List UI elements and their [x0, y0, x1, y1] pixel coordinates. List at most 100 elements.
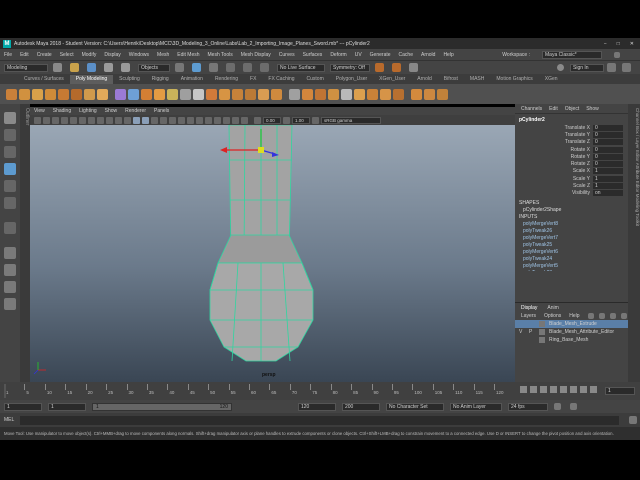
- perspective-viewport[interactable]: persp: [30, 125, 515, 382]
- shelf-tool-icon[interactable]: [154, 88, 165, 100]
- shelf-tool-icon[interactable]: [393, 88, 404, 100]
- snap-grid-icon[interactable]: [226, 63, 235, 72]
- rotate-tool-icon[interactable]: [4, 180, 16, 192]
- menuset-dropdown[interactable]: Modeling: [4, 63, 48, 72]
- channel-value-field[interactable]: 0: [593, 146, 623, 153]
- viewport-menu-lighting[interactable]: Lighting: [79, 108, 97, 114]
- mel-label[interactable]: MEL: [4, 417, 14, 423]
- shelf-tab-mash[interactable]: MASH: [464, 75, 490, 84]
- snap-curve-icon[interactable]: [243, 63, 252, 72]
- scale-tool-icon[interactable]: [4, 197, 16, 209]
- node-name[interactable]: pCylinder2: [515, 114, 628, 124]
- shelf-tool-icon[interactable]: [128, 88, 139, 100]
- shelf-tool-icon[interactable]: [84, 88, 95, 100]
- channel-value-field[interactable]: 0: [593, 161, 623, 168]
- render-icon[interactable]: [375, 63, 384, 72]
- motion-blur-icon[interactable]: [187, 116, 194, 124]
- move-layer-up-icon[interactable]: [587, 313, 594, 319]
- input-node[interactable]: polyTweak24: [515, 256, 628, 263]
- xray-joints-icon[interactable]: [232, 116, 239, 124]
- live-surface-field[interactable]: No Live Surface: [277, 63, 325, 72]
- shelf-tab-rendering[interactable]: Rendering: [209, 75, 244, 84]
- menu-mesh-tools[interactable]: Mesh Tools: [208, 52, 233, 58]
- input-node[interactable]: polyMergeVert8: [515, 221, 628, 228]
- shelf-tool-icon[interactable]: [341, 88, 352, 100]
- viewport-menu-shading[interactable]: Shading: [53, 108, 71, 114]
- use-all-lights-icon[interactable]: [160, 116, 167, 124]
- gamma-field[interactable]: 1.00: [292, 116, 310, 124]
- last-tool-icon[interactable]: [4, 222, 16, 234]
- new-scene-icon[interactable]: [53, 63, 62, 72]
- channel-value-field[interactable]: 0: [593, 153, 623, 160]
- xray-icon[interactable]: [223, 116, 230, 124]
- shelf-tool-icon[interactable]: [32, 88, 43, 100]
- shelf-tab-motion-graphics[interactable]: Motion Graphics: [490, 75, 538, 84]
- open-scene-icon[interactable]: [70, 63, 79, 72]
- play-backwards-icon[interactable]: [550, 386, 557, 393]
- safe-action-icon[interactable]: [115, 116, 122, 124]
- close-button[interactable]: ✕: [630, 41, 634, 47]
- user-icon[interactable]: [557, 64, 564, 71]
- smooth-shade-icon[interactable]: [133, 116, 140, 124]
- shelf-tab-xgen[interactable]: XGen: [539, 75, 564, 84]
- shelf-tab-curves-surfaces[interactable]: Curves / Surfaces: [18, 75, 70, 84]
- shelf-tab-fx-caching[interactable]: FX Caching: [262, 75, 300, 84]
- shelf-tool-icon[interactable]: [19, 88, 30, 100]
- shelf-tool-icon[interactable]: [193, 88, 204, 100]
- selection-mode-dropdown[interactable]: Objects: [138, 63, 170, 72]
- sign-in-button[interactable]: Sign In: [570, 63, 604, 72]
- resolution-gate-icon[interactable]: [88, 116, 95, 124]
- shelf-tab-custom[interactable]: Custom: [301, 75, 330, 84]
- camera-attributes-icon[interactable]: [43, 116, 50, 124]
- channel-row[interactable]: Translate X0: [515, 124, 628, 131]
- wireframe-on-shaded-icon[interactable]: [142, 116, 149, 124]
- menu-mesh[interactable]: Mesh: [157, 52, 169, 58]
- outliner-layout-icon[interactable]: [4, 298, 16, 310]
- channel-value-field[interactable]: 1: [593, 168, 623, 175]
- playback-prefs-icon[interactable]: [570, 403, 577, 410]
- channel-box-menu-show[interactable]: Show: [586, 106, 599, 112]
- menu-windows[interactable]: Windows: [129, 52, 149, 58]
- channel-box-menu-channels[interactable]: Channels: [521, 106, 542, 112]
- shelf-tool-icon[interactable]: [58, 88, 69, 100]
- input-node[interactable]: polyMergeVert5: [515, 263, 628, 270]
- ambient-occlusion-icon[interactable]: [178, 116, 185, 124]
- fps-dropdown[interactable]: 24 fps: [508, 402, 548, 411]
- shelf-tool-icon[interactable]: [302, 88, 313, 100]
- new-layer-from-selected-icon[interactable]: [620, 313, 627, 319]
- channel-row[interactable]: Translate Z0: [515, 139, 628, 146]
- shelf-tool-icon[interactable]: [97, 88, 108, 100]
- scene-end-field[interactable]: 200: [342, 402, 380, 411]
- image-plane-icon[interactable]: [61, 116, 68, 124]
- shelf-tab-fx[interactable]: FX: [244, 75, 262, 84]
- viewport-menu-panels[interactable]: Panels: [154, 108, 169, 114]
- channel-value-field[interactable]: 1: [593, 183, 623, 190]
- viewport-menu-renderer[interactable]: Renderer: [125, 108, 146, 114]
- go-to-end-icon[interactable]: [590, 386, 597, 393]
- shelf-tool-icon[interactable]: [141, 88, 152, 100]
- shelf-tool-icon[interactable]: [258, 88, 269, 100]
- workspace-dropdown[interactable]: Maya Classic*: [542, 50, 602, 59]
- menu-arnold[interactable]: Arnold: [421, 52, 435, 58]
- menu-display[interactable]: Display: [104, 52, 120, 58]
- menu-generate[interactable]: Generate: [370, 52, 391, 58]
- shelf-tool-icon[interactable]: [271, 88, 282, 100]
- render-settings-icon[interactable]: [409, 63, 418, 72]
- menu-curves[interactable]: Curves: [279, 52, 295, 58]
- channel-row[interactable]: Scale Z1: [515, 182, 628, 190]
- mel-input[interactable]: [20, 415, 619, 425]
- menu-surfaces[interactable]: Surfaces: [303, 52, 323, 58]
- single-perspective-layout-icon[interactable]: [4, 247, 16, 259]
- layer-row[interactable]: Blade_Mesh_Extrude: [515, 320, 628, 328]
- select-component-icon[interactable]: [209, 63, 218, 72]
- layer-visibility-toggle[interactable]: V: [519, 329, 525, 335]
- play-forwards-icon[interactable]: [560, 386, 567, 393]
- menu-edit[interactable]: Edit: [20, 52, 29, 58]
- menu-edit-mesh[interactable]: Edit Mesh: [177, 52, 199, 58]
- shelf-tool-icon[interactable]: [232, 88, 243, 100]
- shelf-tool-icon[interactable]: [219, 88, 230, 100]
- bookmarks-icon[interactable]: [52, 116, 59, 124]
- shelf-tool-icon[interactable]: [71, 88, 82, 100]
- grid-icon[interactable]: [70, 116, 77, 124]
- viewport-menu-show[interactable]: Show: [105, 108, 118, 114]
